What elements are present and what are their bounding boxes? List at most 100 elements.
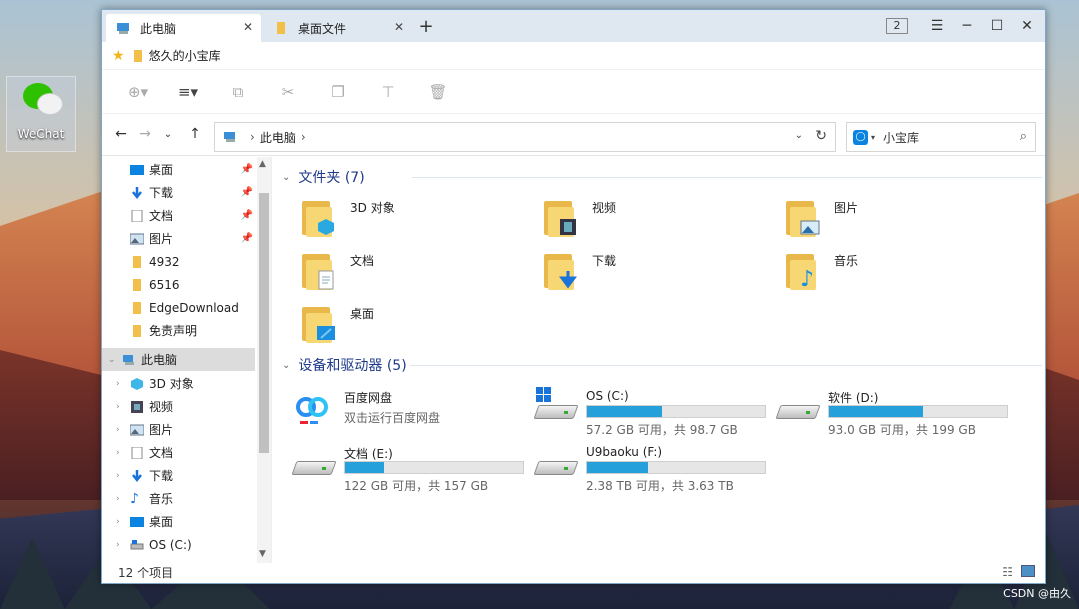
chevron-right-icon[interactable]: › [116,448,130,458]
watermark: CSDN @由久 [1003,587,1071,600]
folder-music[interactable]: ♪ 音乐 [764,248,994,298]
chevron-right-icon[interactable]: › [116,517,130,527]
folder-downloads[interactable]: 下载 [522,248,752,298]
folder-desktop[interactable]: 桌面 [280,301,510,351]
drive-e[interactable]: 文档 (E:) 122 GB 可用，共 157 GB [282,441,524,493]
pin-icon[interactable]: 📌 [241,164,253,175]
search-box[interactable]: ◯ ▾ 小宝库 ⌕ [846,122,1036,152]
back-icon[interactable]: ← [112,126,130,142]
menu-icon[interactable]: ☰ [926,16,948,36]
chevron-down-icon[interactable]: ⌄ [108,355,122,365]
folder-label: 图片 [834,201,859,215]
scrollbar-thumb[interactable] [259,193,269,453]
pin-icon[interactable]: 📌 [241,233,253,244]
rename-icon[interactable]: ⊤ [376,83,400,101]
chevron-right-icon[interactable]: › [116,471,130,481]
up-icon[interactable]: ↑ [186,126,204,142]
pin-icon[interactable]: 📌 [241,187,253,198]
address-bar[interactable]: › 此电脑 › ⌄ ↻ [214,122,836,152]
picture-icon [800,220,820,235]
group-header-devices[interactable]: ⌄ 设备和驱动器 (5) [282,355,1042,375]
chevron-down-icon[interactable]: ⌄ [282,172,290,183]
breadcrumb-this-pc[interactable]: 此电脑 [260,129,296,146]
chevron-down-icon[interactable]: ⌄ [282,360,290,371]
sidebar-item-folder[interactable]: 6516 [102,273,257,296]
sidebar-item-3d-objects[interactable]: › 3D 对象 [102,372,257,395]
folder-3d-objects[interactable]: 3D 对象 [280,195,510,245]
cube-icon [318,219,334,235]
tab-this-pc[interactable]: 此电脑 ✕ [106,14,261,42]
scroll-up-icon[interactable]: ▲ [259,159,266,169]
drive-c[interactable]: OS (C:) 57.2 GB 可用，共 98.7 GB [524,385,766,437]
sidebar-item-pictures[interactable]: › 图片 [102,418,257,441]
copy-icon[interactable]: ❐ [326,83,350,101]
sidebar-item-videos[interactable]: › 视频 [102,395,257,418]
new-tab-button[interactable]: + [416,16,436,37]
sidebar-item-this-pc[interactable]: ⌄ 此电脑 [102,348,255,371]
search-icon[interactable]: ⌕ [1020,129,1027,144]
folder-pictures[interactable]: 图片 [764,195,994,245]
address-dropdown-icon[interactable]: ⌄ [795,130,803,141]
tab-desktop-files[interactable]: 桌面文件 ✕ [264,14,412,42]
drive-icon [533,455,579,481]
sidebar-item-drive-c[interactable]: › OS (C:) [102,533,257,556]
sidebar-item-documents[interactable]: 文档 📌 [102,204,257,227]
chevron-right-icon[interactable]: › [116,540,130,550]
sidebar-scrollbar[interactable]: ▲ ▼ [257,157,271,563]
folder-documents[interactable]: 文档 [280,248,510,298]
new-item-icon[interactable]: ⊕▾ [126,83,150,101]
group-title: 文件夹 (7) [298,170,365,186]
folder-icon [133,278,141,291]
sidebar-item-folder[interactable]: 4932 [102,250,257,273]
pin-icon[interactable]: 📌 [241,210,253,221]
view-menu-icon[interactable]: ≡▾ [176,83,200,101]
folder-videos[interactable]: 视频 [522,195,752,245]
star-icon[interactable]: ★ [112,48,125,64]
search-scope-icon[interactable]: ◯ [853,129,868,145]
sidebar-item-music[interactable]: › ♪ 音乐 [102,487,257,510]
window-count-badge[interactable]: 2 [886,18,908,34]
chevron-right-icon[interactable]: › [116,402,130,412]
sidebar-item-folder[interactable]: 免责声明 [102,319,257,342]
large-icons-view-icon[interactable] [1021,565,1035,577]
scroll-down-icon[interactable]: ▼ [259,549,266,559]
details-view-icon[interactable]: ☷ [1002,565,1013,579]
close-tab-icon[interactable]: ✕ [394,20,404,34]
chevron-down-icon[interactable]: ▾ [871,133,875,142]
sidebar-item-desktop[interactable]: 桌面 📌 [102,158,257,181]
sidebar-item-folder[interactable]: EdgeDownload [102,296,257,319]
chevron-right-icon[interactable]: › [116,379,130,389]
sidebar-item-label: 图片 [149,423,174,437]
drive-d[interactable]: 软件 (D:) 93.0 GB 可用，共 199 GB [766,385,1008,437]
minimize-button[interactable]: ─ [956,16,978,36]
sidebar-item-pictures[interactable]: 图片 📌 [102,227,257,250]
desktop-icon-wechat[interactable]: WeChat [6,76,76,152]
navigation-row: ← → ⌄ ↑ › 此电脑 › ⌄ ↻ ◯ ▾ 小宝库 ⌕ [102,114,1045,156]
sidebar-item-desktop[interactable]: › 桌面 [102,510,257,533]
sidebar-item-downloads[interactable]: › 下载 [102,464,257,487]
recent-locations-icon[interactable]: ⌄ [159,129,177,140]
sidebar-item-documents[interactable]: › 文档 [102,441,257,464]
cut-icon[interactable]: ✂ [276,83,300,101]
drive-label: 文档 (E:) [344,447,393,461]
close-window-button[interactable]: ✕ [1016,16,1038,36]
refresh-icon[interactable]: ↻ [815,128,827,144]
close-tab-icon[interactable]: ✕ [243,20,253,34]
chevron-right-icon[interactable]: › [116,494,130,504]
drive-usage-bar [586,461,766,474]
sidebar-item-downloads[interactable]: 下载 📌 [102,181,257,204]
copy-path-icon[interactable]: ⧉ [226,83,250,101]
forward-icon[interactable]: → [136,126,154,142]
delete-icon[interactable]: 🗑 [426,83,450,101]
breadcrumb-separator[interactable]: › [301,130,306,144]
drive-f[interactable]: U9baoku (F:) 2.38 TB 可用，共 3.63 TB [524,441,766,493]
sidebar-item-label: EdgeDownload [149,300,239,315]
music-note-icon: ♪ [800,267,815,292]
group-header-folders[interactable]: ⌄ 文件夹 (7) [282,167,1042,187]
chevron-right-icon[interactable]: › [116,425,130,435]
favorite-item[interactable]: 悠久的小宝库 [149,47,221,64]
drive-usage-fill [587,462,648,473]
baidu-netdisk-item[interactable]: 百度网盘 双击运行百度网盘 [282,385,522,435]
maximize-button[interactable]: ☐ [986,16,1008,36]
drive-usage-bar [828,405,1008,418]
